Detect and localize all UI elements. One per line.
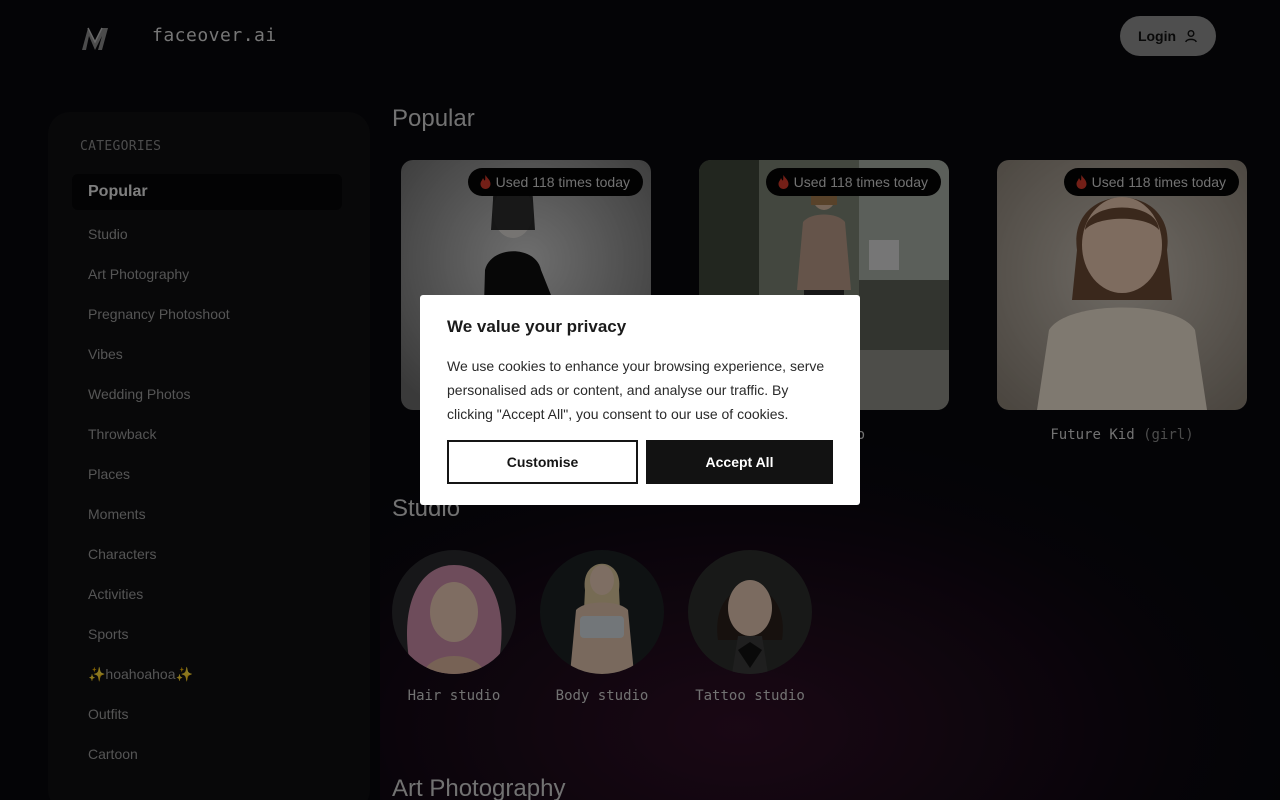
cookie-consent-dialog: We value your privacy We use cookies to … [420,295,860,505]
accept-all-button[interactable]: Accept All [646,440,833,484]
cookie-buttons: Customise Accept All [447,440,833,484]
cookie-text: We use cookies to enhance your browsing … [447,358,825,422]
cookie-title: We value your privacy [447,317,627,336]
customise-button[interactable]: Customise [447,440,638,484]
